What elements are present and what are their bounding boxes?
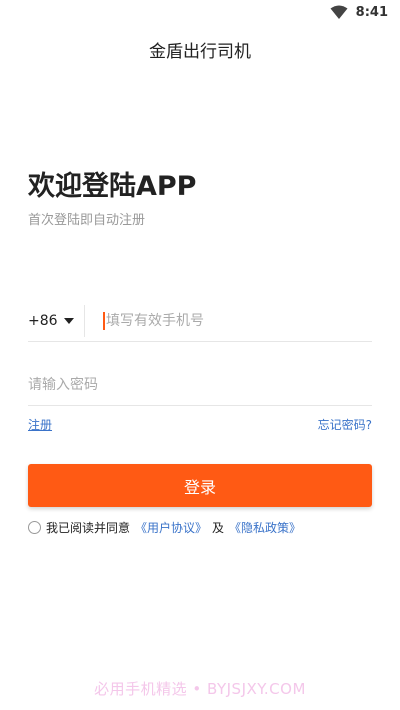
phone-number-input[interactable] bbox=[106, 302, 372, 339]
app-title: 金盾出行司机 bbox=[149, 41, 251, 62]
login-button[interactable]: 登录 bbox=[28, 464, 372, 507]
text-cursor bbox=[103, 311, 105, 330]
welcome-subtitle: 首次登陆即自动注册 bbox=[28, 213, 146, 228]
agreement-row: 我已阅读并同意 《用户协议》及《隐私政策》 bbox=[28, 519, 301, 536]
password-input[interactable] bbox=[28, 366, 372, 403]
chevron-down-icon bbox=[63, 317, 74, 324]
divider bbox=[84, 304, 85, 337]
user-agreement-link[interactable]: 《用户协议》 bbox=[135, 519, 207, 536]
country-code-label: +86 bbox=[28, 312, 58, 329]
login-screen: 8:41 金盾出行司机 欢迎登陆APP 首次登陆即自动注册 +86 注册 忘记密… bbox=[0, 0, 400, 710]
register-link[interactable]: 注册 bbox=[28, 416, 52, 433]
agreement-prefix: 我已阅读并同意 bbox=[46, 521, 131, 535]
password-input-row bbox=[28, 364, 372, 406]
agree-checkbox[interactable] bbox=[28, 521, 41, 534]
privacy-policy-link[interactable]: 《隐私政策》 bbox=[229, 519, 301, 536]
status-bar: 8:41 bbox=[0, 0, 400, 24]
agreement-and: 及 bbox=[212, 521, 225, 535]
forgot-password-link[interactable]: 忘记密码? bbox=[318, 416, 372, 433]
app-bar: 金盾出行司机 bbox=[0, 34, 400, 64]
watermark: 必用手机精选 • BYJSJXY.COM bbox=[94, 680, 306, 698]
status-time: 8:41 bbox=[355, 4, 388, 20]
country-code-selector[interactable]: +86 bbox=[28, 303, 84, 339]
wifi-icon bbox=[330, 5, 348, 19]
phone-input-row: +86 bbox=[28, 300, 372, 342]
welcome-title: 欢迎登陆APP bbox=[28, 171, 197, 202]
